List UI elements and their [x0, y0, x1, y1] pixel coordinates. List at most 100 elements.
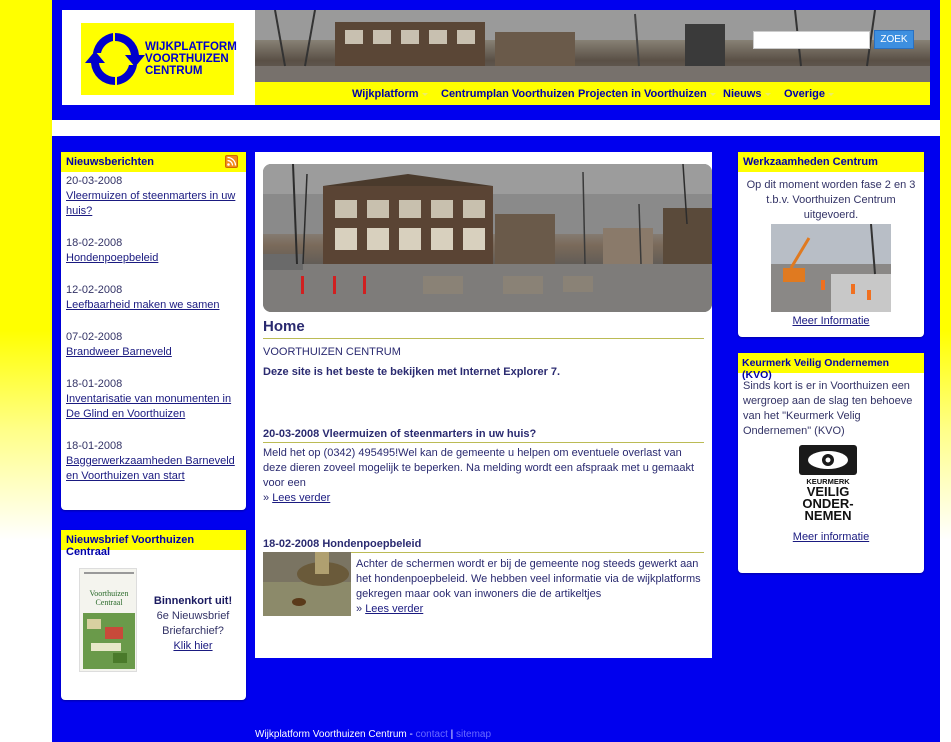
page-subtitle: VOORTHUIZEN CENTRUM: [263, 346, 401, 358]
news-link[interactable]: Leefbaarheid maken we samen: [66, 299, 219, 311]
kvo-box-title: Keurmerk Veilig Ondernemen (KVO): [738, 353, 924, 381]
works-photo-illustration: [771, 223, 891, 312]
chevron-down-icon: [421, 92, 428, 96]
footer-text: Wijkplatform Voorthuizen Centrum -: [255, 729, 416, 740]
nav-label: Centrumplan Voorthuizen: [441, 88, 575, 100]
read-more-prefix: »: [356, 603, 366, 615]
logo-line: CENTRUM: [145, 65, 203, 77]
newsletter-line2: 6e Nieuwsbrief: [156, 610, 230, 622]
news-date: 18-01-2008: [66, 440, 123, 452]
newsletter-line1: Binnenkort uit!: [153, 595, 233, 607]
news-link[interactable]: Inventarisatie van monumenten in De Glin…: [66, 393, 231, 420]
news-link[interactable]: Baggerwerkzaamheden Barneveld en Voorthu…: [66, 455, 235, 482]
newsletter-line3: Briefarchief?: [162, 625, 224, 637]
thumb-line: [84, 572, 134, 574]
works-more-link[interactable]: Meer Informatie: [792, 315, 869, 327]
list-item: 20-03-2008 Vleermuizen of steenmarters i…: [66, 174, 241, 219]
article-body: Achter de schermen wordt er bij de gemee…: [356, 557, 708, 617]
logo-text: WIJKPLATFORM VOORTHUIZEN CENTRUM: [145, 41, 237, 77]
works-body: Op dit moment worden fase 2 en 3 t.b.v. …: [738, 172, 924, 227]
news-date: 20-03-2008: [66, 175, 123, 187]
news-box-title: Nieuwsberichten: [61, 152, 246, 172]
news-link[interactable]: Hondenpoepbeleid: [66, 252, 158, 264]
thumb-map-image: [83, 613, 135, 669]
works-box: Werkzaamheden Centrum Op dit moment word…: [738, 152, 924, 337]
chevron-down-icon: [764, 92, 771, 96]
news-list: 20-03-2008 Vleermuizen of steenmarters i…: [61, 172, 246, 505]
article-text: Meld het op (0342) 495495!Wel kan de gem…: [263, 447, 695, 489]
news-link[interactable]: Brandweer Barneveld: [66, 346, 172, 358]
search-button[interactable]: ZOEK: [874, 30, 914, 49]
page-container: WIJKPLATFORM VOORTHUIZEN CENTRUM ZOEK Wi…: [52, 0, 940, 742]
nav-label: Overige: [784, 88, 825, 100]
nav-item-centrumplan[interactable]: Centrumplan Voorthuizen: [441, 88, 575, 100]
news-date: 07-02-2008: [66, 331, 123, 343]
article-body: Meld het op (0342) 495495!Wel kan de gem…: [263, 446, 707, 506]
page-title: Home: [263, 318, 704, 339]
hero-photo: [263, 164, 712, 312]
kvo-text: Sinds kort is er in Voorthuizen een werg…: [743, 380, 913, 437]
kvo-box: Keurmerk Veilig Ondernemen (KVO) Sinds k…: [738, 353, 924, 573]
read-more-prefix: »: [263, 492, 273, 504]
logo-arrows-icon: [85, 32, 145, 86]
nav-item-projecten[interactable]: Projecten in Voorthuizen: [578, 88, 716, 100]
kvo-logo-text: KEURMERK VEILIG ONDER- NEMEN: [798, 477, 858, 522]
kvo-more-link[interactable]: Meer informatie: [793, 531, 869, 543]
kvo-link-row: Meer informatie: [738, 531, 924, 543]
read-more-link[interactable]: Lees verder: [272, 492, 330, 504]
article-title[interactable]: 18-02-2008 Hondenpoepbeleid: [263, 538, 704, 553]
works-title-text: Werkzaamheden Centrum: [743, 156, 878, 168]
newsletter-archive-link[interactable]: Klik hier: [173, 640, 212, 652]
newsletter-thumbnail[interactable]: Voorthuizen Centraal: [79, 568, 137, 672]
main-content: Home VOORTHUIZEN CENTRUM Deze site is he…: [255, 152, 712, 658]
footer-contact-link[interactable]: contact: [416, 729, 448, 740]
works-photo[interactable]: [771, 223, 891, 312]
news-date: 12-02-2008: [66, 284, 123, 296]
hero-photo-illustration: [263, 164, 712, 312]
rss-glyph: [227, 156, 237, 166]
read-more-link[interactable]: Lees verder: [365, 603, 423, 615]
newsletter-box-title: Nieuwsbrief Voorthuizen Centraal: [61, 530, 246, 558]
list-item: 07-02-2008 Brandweer Barneveld: [66, 330, 241, 360]
news-date: 18-02-2008: [66, 237, 123, 249]
article-title[interactable]: 20-03-2008 Vleermuizen of steenmarters i…: [263, 428, 704, 443]
nav-label: Nieuws: [723, 88, 762, 100]
nav-label: Projecten in Voorthuizen: [578, 88, 707, 100]
map-illustration: [87, 619, 127, 663]
news-date: 18-01-2008: [66, 378, 123, 390]
list-item: 18-01-2008 Baggerwerkzaamheden Barneveld…: [66, 439, 241, 484]
browser-note: Deze site is het beste te bekijken met I…: [263, 366, 561, 378]
eye-glyph: [808, 451, 848, 469]
article-photo-illustration: [263, 552, 351, 616]
kvo-body: Sinds kort is er in Voorthuizen een werg…: [738, 373, 924, 443]
logo-line: WIJKPLATFORM: [145, 41, 237, 53]
nav-item-nieuws[interactable]: Nieuws: [723, 88, 771, 100]
works-link-row: Meer Informatie: [738, 315, 924, 327]
rss-icon[interactable]: [225, 155, 238, 168]
article-thumbnail[interactable]: [263, 552, 351, 616]
nav-item-overige[interactable]: Overige: [784, 88, 834, 100]
works-box-title: Werkzaamheden Centrum: [738, 152, 924, 172]
newsletter-box: Nieuwsbrief Voorthuizen Centraal Voorthu…: [61, 530, 246, 700]
news-box: Nieuwsberichten 20-03-2008 Vleermuizen o…: [61, 152, 246, 510]
search-input[interactable]: [753, 31, 870, 49]
news-box-title-text: Nieuwsberichten: [66, 156, 155, 168]
chevron-down-icon: [709, 92, 716, 96]
footer-sitemap-link[interactable]: sitemap: [456, 729, 491, 740]
article-text: Achter de schermen wordt er bij de gemee…: [356, 558, 701, 600]
site-logo[interactable]: WIJKPLATFORM VOORTHUIZEN CENTRUM: [81, 23, 237, 95]
main-navigation: Wijkplatform Centrumplan Voorthuizen Pro…: [255, 82, 930, 105]
thumb-label: Voorthuizen Centraal: [89, 589, 129, 607]
list-item: 18-01-2008 Inventarisatie van monumenten…: [66, 377, 241, 422]
header-divider-strip: [52, 120, 940, 136]
kvo-logo-line: NEMEN: [804, 508, 852, 523]
eye-icon: [799, 445, 857, 475]
footer-separator: |: [447, 729, 457, 740]
nav-item-wijkplatform[interactable]: Wijkplatform: [352, 88, 428, 100]
footer: Wijkplatform Voorthuizen Centrum - conta…: [255, 729, 491, 740]
kvo-logo[interactable]: KEURMERK VEILIG ONDER- NEMEN: [798, 445, 858, 525]
newsletter-info: Binnenkort uit! 6e Nieuwsbrief Briefarch…: [143, 594, 243, 654]
chevron-down-icon: [827, 92, 834, 96]
news-link[interactable]: Vleermuizen of steenmarters in uw huis?: [66, 190, 235, 217]
list-item: 18-02-2008 Hondenpoepbeleid: [66, 236, 241, 266]
